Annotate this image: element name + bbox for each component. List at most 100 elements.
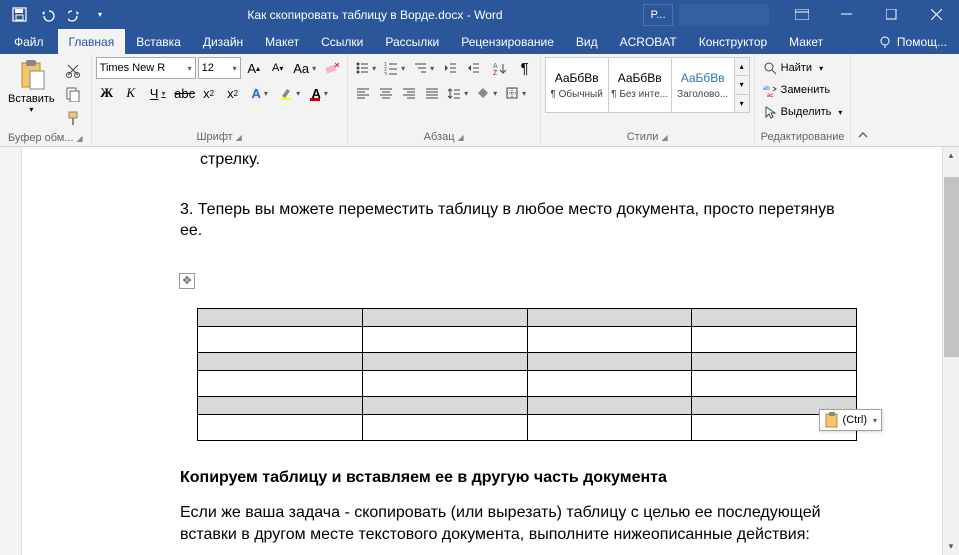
font-color-button[interactable]: A▾ [306,82,334,104]
undo-button[interactable] [35,3,61,27]
table-move-handle[interactable]: ✥ [179,273,195,289]
close-button[interactable] [914,0,959,29]
font-name-combo[interactable]: Times New R▾ [96,57,196,79]
sort-button[interactable]: AZ [485,57,513,79]
document-table[interactable] [197,308,857,441]
svg-text:3: 3 [384,72,387,75]
minimize-button[interactable] [824,0,869,29]
tab-insert[interactable]: Вставка [125,29,192,54]
user-badge[interactable]: P... [643,4,673,26]
subscript-button[interactable]: x2 [198,82,220,104]
align-right-button[interactable] [398,82,420,104]
tab-file[interactable]: Файл [0,29,58,54]
chevron-down-icon: ▾ [29,105,33,114]
group-styles: АаБбВв ¶ Обычный АаБбВв ¶ Без инте... Аа… [541,54,755,146]
maximize-button[interactable] [869,0,914,29]
style-heading1[interactable]: АаБбВв Заголово... [671,57,735,113]
tab-design[interactable]: Дизайн [192,29,254,54]
group-font-label: Шрифт [196,131,232,143]
ribbon-display-button[interactable] [779,0,824,29]
redo-button[interactable] [64,3,90,27]
decrease-indent-button[interactable] [439,57,461,79]
select-button[interactable]: Выделить▾ [759,101,847,123]
table-row[interactable] [198,352,857,370]
show-marks-button[interactable]: ¶ [514,57,536,79]
tab-review[interactable]: Рецензирование [450,29,565,54]
svg-text:ac: ac [767,93,773,97]
multilevel-list-button[interactable]: ▾ [410,57,438,79]
tab-acrobat[interactable]: ACROBAT [609,29,688,54]
group-clipboard-label: Буфер обм... [8,132,74,144]
bullets-button[interactable]: ▾ [352,57,380,79]
table-row[interactable] [198,396,857,414]
increase-indent-button[interactable] [462,57,484,79]
font-size-combo[interactable]: 12▾ [198,57,241,79]
superscript-button[interactable]: x2 [222,82,244,104]
paste-button[interactable]: Вставить ▾ [4,57,59,116]
document-area: стрелку. 3. Теперь вы можете переместить… [0,147,959,555]
vertical-scrollbar[interactable]: ▴ ▾ [942,147,959,555]
borders-button[interactable]: ▾ [502,82,530,104]
ribbon-collapse-button[interactable] [851,54,875,146]
clear-formatting-button[interactable] [321,57,343,79]
text-effects-button[interactable]: A▾ [246,82,274,104]
document-canvas[interactable]: стрелку. 3. Теперь вы можете переместить… [22,147,942,555]
cursor-icon [763,105,777,119]
numbering-button[interactable]: 123▾ [381,57,409,79]
table-row[interactable] [198,308,857,326]
tab-layout[interactable]: Макет [254,29,310,54]
tab-table-layout[interactable]: Макет [778,29,834,54]
paste-icon [16,59,46,91]
tell-me-button[interactable]: Помощ... [866,29,959,54]
table-row[interactable] [198,414,857,440]
underline-button[interactable]: Ч▾ [144,82,172,104]
grow-font-button[interactable]: A▴ [243,57,265,79]
bold-button[interactable]: Ж [96,82,118,104]
body-text-cutoff: стрелку. [200,149,922,171]
tab-mailings[interactable]: Рассылки [374,29,450,54]
align-center-button[interactable] [375,82,397,104]
vertical-ruler[interactable] [0,147,22,555]
qat-customize-button[interactable]: ▾ [93,3,107,27]
find-button[interactable]: Найти▾ [759,57,827,79]
align-left-button[interactable] [352,82,374,104]
format-painter-button[interactable] [62,107,84,129]
dialog-launcher-icon[interactable]: ◢ [458,133,464,142]
tab-table-design[interactable]: Конструктор [688,29,778,54]
dialog-launcher-icon[interactable]: ◢ [77,134,83,143]
paste-options-popup[interactable]: (Ctrl) ▾ [819,409,882,431]
table-row[interactable] [198,370,857,396]
dialog-launcher-icon[interactable]: ◢ [236,133,242,142]
highlight-button[interactable]: ▾ [276,82,304,104]
italic-button[interactable]: К [120,82,142,104]
tab-home[interactable]: Главная [58,29,126,54]
style-no-spacing[interactable]: АаБбВв ¶ Без инте... [608,57,672,113]
copy-button[interactable] [62,83,84,105]
shrink-font-button[interactable]: A▾ [267,57,289,79]
styles-gallery-expand[interactable]: ▴ ▾ ▾ [734,57,750,113]
user-area[interactable] [679,4,769,26]
group-clipboard: Вставить ▾ Буфер обм...◢ [0,54,92,146]
bulb-icon [878,35,892,49]
tab-references[interactable]: Ссылки [310,29,374,54]
group-styles-label: Стили [627,131,659,143]
save-button[interactable] [6,3,32,27]
scroll-thumb[interactable] [944,177,959,357]
replace-button[interactable]: abac Заменить [759,79,834,101]
strikethrough-button[interactable]: abc [174,82,196,104]
ribbon-tabs: Файл Главная Вставка Дизайн Макет Ссылки… [0,29,959,54]
scroll-up-button[interactable]: ▴ [943,147,959,164]
cut-button[interactable] [62,59,84,81]
style-normal[interactable]: АаБбВв ¶ Обычный [545,57,609,113]
table-row[interactable] [198,326,857,352]
dialog-launcher-icon[interactable]: ◢ [661,133,667,142]
justify-button[interactable] [421,82,443,104]
shading-button[interactable]: ▾ [473,82,501,104]
scroll-down-button[interactable]: ▾ [943,538,959,555]
change-case-button[interactable]: Aa▾ [291,57,319,79]
line-spacing-button[interactable]: ▾ [444,82,472,104]
replace-icon: abac [763,83,777,97]
tab-view[interactable]: Вид [565,29,609,54]
group-paragraph: ▾ 123▾ ▾ AZ ¶ ▾ ▾ ▾ Абзац◢ [348,54,541,146]
body-heading: Копируем таблицу и вставляем ее в другую… [180,467,922,489]
